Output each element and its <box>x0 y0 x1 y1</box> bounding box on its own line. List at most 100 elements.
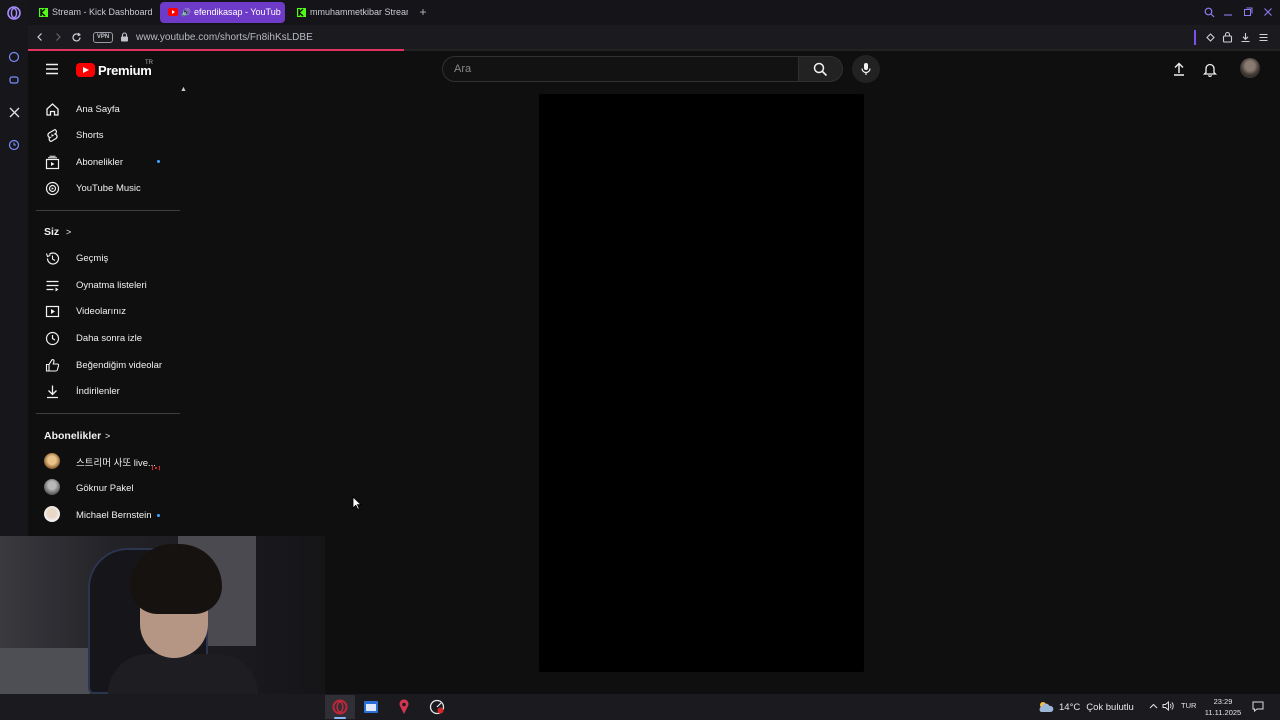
opera-logo-icon[interactable] <box>6 5 22 21</box>
create-upload-button[interactable] <box>1170 60 1188 78</box>
bell-icon <box>1203 63 1217 77</box>
search-tabs-icon[interactable] <box>1201 4 1217 20</box>
tab-label: mmuhammetkibar Stream <box>310 7 408 17</box>
microphone-icon <box>861 63 871 75</box>
sidebar-channel-item[interactable]: 스트리머 사또 live... <box>36 449 180 475</box>
speaker-icon[interactable]: 🔊 <box>181 2 191 23</box>
easy-setup-menu-icon[interactable] <box>1255 29 1271 45</box>
watch-later-icon <box>44 330 60 346</box>
forward-button[interactable] <box>50 29 66 45</box>
sidebar-channel-item[interactable]: Göknur Pakel <box>36 475 180 501</box>
chevron-right-icon: > <box>105 431 111 441</box>
sidebar-scroll-up-icon[interactable]: ▲ <box>180 86 188 94</box>
lock-icon[interactable] <box>116 29 132 45</box>
tab-bar: Stream - Kick Dashboard 🔊 efendikasap - … <box>28 0 1280 25</box>
account-avatar[interactable] <box>1240 58 1260 78</box>
music-icon <box>44 180 60 196</box>
new-content-dot <box>157 160 160 163</box>
sidebar-item-home[interactable]: Ana Sayfa <box>36 96 180 122</box>
history-icon <box>44 250 60 266</box>
taskbar-app-obs[interactable] <box>422 695 452 719</box>
url-field[interactable]: www.youtube.com/shorts/Fn8ihKsLDBE <box>136 32 313 43</box>
webcam-floor <box>0 648 90 694</box>
sidebar-item-watch-later[interactable]: Daha sonra izle <box>36 325 180 351</box>
maximize-button[interactable] <box>1240 4 1256 20</box>
tab-kick-stream[interactable]: mmuhammetkibar Stream <box>288 2 408 23</box>
sidebar-item-subscriptions[interactable]: Abonelikler <box>36 149 180 175</box>
upload-icon <box>1174 62 1184 76</box>
notifications-button[interactable] <box>1201 60 1219 78</box>
weather-widget[interactable]: 14°C Çok bulutlu <box>1037 699 1134 715</box>
input-language[interactable]: TUR <box>1181 701 1196 710</box>
youtube-premium-logo[interactable]: Premium TR <box>76 60 153 80</box>
your-videos-icon <box>44 303 60 319</box>
close-window-button[interactable] <box>1260 4 1276 20</box>
new-content-dot <box>157 514 160 517</box>
sidebar-item-label: YouTube Music <box>76 182 141 194</box>
sidebar-item-shorts[interactable]: Shorts <box>36 122 180 148</box>
reload-button[interactable] <box>68 29 84 45</box>
page-load-progress <box>28 49 404 51</box>
hamburger-menu-icon[interactable] <box>44 61 60 77</box>
taskbar-app-explorer[interactable] <box>356 695 386 719</box>
weather-temperature: 14°C <box>1059 701 1081 713</box>
webcam-overlay <box>0 536 325 694</box>
sidebar-item-label: Oynatma listeleri <box>76 279 147 291</box>
weather-description: Çok bulutlu <box>1086 701 1134 713</box>
taskbar-app-streamlabs[interactable] <box>389 695 419 719</box>
sidebar-item-label: Abonelikler <box>76 156 123 168</box>
gaming-icon[interactable] <box>6 72 22 88</box>
wallet-icon[interactable] <box>1219 29 1235 45</box>
kick-favicon-icon <box>38 7 48 17</box>
system-clock[interactable]: 23:29 11.11.2025 <box>1200 696 1246 718</box>
webcam-person-hair <box>130 544 222 614</box>
sidebar-item-downloads[interactable]: İndirilenler <box>36 378 180 404</box>
live-indicator-icon <box>151 458 161 471</box>
volume-icon[interactable] <box>1161 699 1175 713</box>
kick-favicon-icon <box>296 7 306 17</box>
address-bar: VPN www.youtube.com/shorts/Fn8ihKsLDBE <box>28 25 1280 51</box>
sidebar-item-label: İndirilenler <box>76 385 120 397</box>
search-input[interactable] <box>443 57 798 81</box>
x-twitter-icon[interactable] <box>6 104 22 120</box>
extensions-icon[interactable] <box>1202 29 1218 45</box>
history-clock-icon[interactable] <box>6 137 22 153</box>
logo-text: Premium <box>98 62 152 78</box>
clock-time: 23:29 <box>1213 697 1233 706</box>
toolbar-separator <box>1194 30 1196 45</box>
new-tab-button[interactable]: + <box>415 4 431 20</box>
channel-avatar <box>44 506 60 522</box>
download-icon[interactable] <box>1237 29 1253 45</box>
sidebar-channel-item[interactable]: Michael Bernstein <box>36 502 180 528</box>
vpn-badge[interactable]: VPN <box>93 32 113 43</box>
taskbar-app-opera[interactable] <box>325 695 355 719</box>
sidebar-item-label: Shorts <box>76 129 104 141</box>
sidebar-item-label: Daha sonra izle <box>76 332 143 344</box>
youtube-play-icon <box>76 63 95 77</box>
sidebar-item-label: Michael Bernstein <box>76 509 152 521</box>
ai-icon[interactable] <box>6 49 22 65</box>
sidebar-item-liked-videos[interactable]: Beğendiğim videolar <box>36 352 180 378</box>
notifications-center-icon[interactable] <box>1251 699 1265 713</box>
youtube-favicon-icon <box>168 7 178 17</box>
sidebar-item-your-videos[interactable]: Videolarınız <box>36 298 180 324</box>
shorts-video-player[interactable] <box>539 94 864 672</box>
sidebar-item-history[interactable]: Geçmiş <box>36 245 180 271</box>
tab-kick-dashboard[interactable]: Stream - Kick Dashboard <box>30 2 158 23</box>
sidebar-item-youtube-music[interactable]: YouTube Music <box>36 175 180 201</box>
sidebar-item-label: Ana Sayfa <box>76 103 120 115</box>
tab-youtube[interactable]: 🔊 efendikasap - YouTub <box>160 2 285 23</box>
sidebar-item-label: Geçmiş <box>76 252 109 264</box>
section-title: Abonelikler <box>44 430 102 442</box>
minimize-button[interactable] <box>1220 4 1236 20</box>
mouse-cursor-icon <box>352 496 362 510</box>
chevron-up-icon[interactable] <box>1146 699 1160 713</box>
sidebar-item-playlists[interactable]: Oynatma listeleri <box>36 272 180 298</box>
voice-search-button[interactable] <box>852 55 880 83</box>
sidebar-divider <box>36 210 180 211</box>
youtube-header: Premium TR <box>28 52 1280 86</box>
search-button[interactable] <box>799 56 843 82</box>
playlists-icon <box>44 277 60 293</box>
logo-region: TR <box>145 60 153 66</box>
back-button[interactable] <box>32 29 48 45</box>
